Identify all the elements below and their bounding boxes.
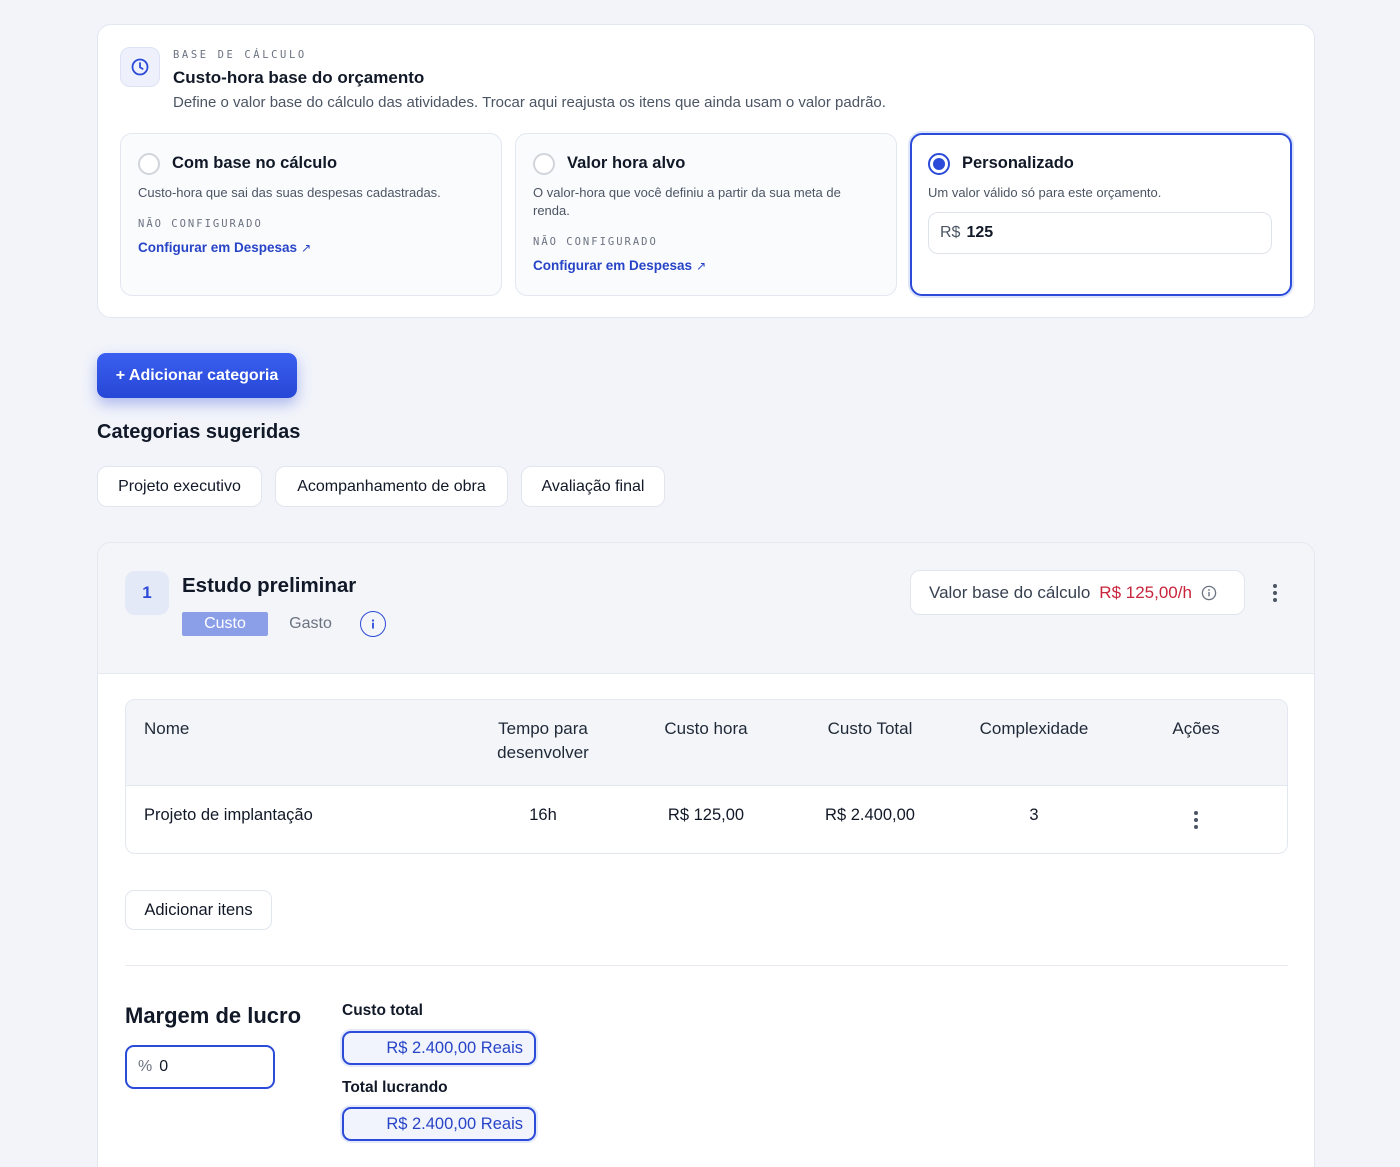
item-hour-cost: R$ 125,00 bbox=[667, 806, 745, 824]
item-total-cost: R$ 2.400,00 bbox=[825, 806, 915, 824]
category-name: Estudo preliminar bbox=[182, 574, 357, 597]
column-header: Ações bbox=[1172, 719, 1220, 738]
add-category-button[interactable]: + Adicionar categoria bbox=[97, 353, 297, 398]
add-items-button[interactable]: Adicionar itens bbox=[125, 890, 272, 930]
option-title: Com base no cálculo bbox=[172, 154, 338, 172]
segment-gasto[interactable]: Gasto bbox=[268, 612, 353, 636]
option-status: NÃO CONFIGURADO bbox=[533, 236, 658, 248]
column-header: Complexidade bbox=[979, 719, 1089, 738]
configure-expenses-link[interactable]: Configurar em Despesas ↗ bbox=[138, 240, 311, 255]
clock-icon bbox=[120, 47, 160, 87]
category-card: 1 Estudo preliminar Custo Gasto Valor ba… bbox=[97, 542, 1315, 1167]
table-header: Nome Tempo para desenvolver Custo hora C… bbox=[126, 700, 1287, 786]
section-title: Custo-hora base do orçamento bbox=[173, 68, 425, 87]
suggested-chip[interactable]: Avaliação final bbox=[521, 466, 665, 507]
items-table: Nome Tempo para desenvolver Custo hora C… bbox=[125, 699, 1288, 854]
percent-prefix: % bbox=[138, 1058, 153, 1075]
option-description: Um valor válido só para este orçamento. bbox=[928, 185, 1162, 200]
total-profit-label: Total lucrando bbox=[342, 1079, 448, 1096]
option-valor-hora-alvo[interactable]: Valor hora alvo O valor-hora que você de… bbox=[515, 133, 897, 296]
option-title: Valor hora alvo bbox=[567, 154, 686, 172]
custom-hour-value-input[interactable]: R$ 125 bbox=[928, 212, 1272, 254]
base-value-amount: R$ 125,00/h bbox=[1099, 582, 1192, 602]
divider bbox=[125, 965, 1288, 966]
radio-button-selected[interactable] bbox=[928, 153, 950, 175]
base-value-label: Valor base do cálculo bbox=[929, 582, 1091, 602]
external-link-icon: ↗ bbox=[696, 259, 707, 273]
input-value: 0 bbox=[159, 1058, 169, 1075]
category-header: 1 Estudo preliminar Custo Gasto Valor ba… bbox=[98, 543, 1314, 674]
item-complexity: 3 bbox=[1029, 806, 1039, 824]
link-label: Configurar em Despesas bbox=[138, 240, 298, 255]
total-cost-value: R$ 2.400,00 Reais bbox=[342, 1031, 536, 1065]
radio-button[interactable] bbox=[533, 153, 555, 175]
base-calculation-card: BASE DE CÁLCULO Custo-hora base do orçam… bbox=[97, 24, 1315, 318]
column-header: Tempo para desenvolver bbox=[497, 719, 589, 762]
suggested-chip[interactable]: Acompanhamento de obra bbox=[275, 466, 508, 507]
info-icon[interactable] bbox=[1201, 585, 1217, 601]
suggested-categories-title: Categorias sugeridas bbox=[97, 421, 301, 443]
profit-margin-input[interactable]: % 0 bbox=[125, 1045, 275, 1089]
section-eyebrow: BASE DE CÁLCULO bbox=[173, 49, 307, 61]
segment-custo[interactable]: Custo bbox=[182, 612, 268, 636]
row-actions-icon[interactable] bbox=[1194, 811, 1198, 829]
external-link-icon: ↗ bbox=[301, 241, 312, 255]
profit-margin-title: Margem de lucro bbox=[125, 1003, 302, 1028]
option-status: NÃO CONFIGURADO bbox=[138, 218, 263, 230]
section-description: Define o valor base do cálculo das ativi… bbox=[173, 94, 886, 111]
link-label: Configurar em Despesas bbox=[533, 258, 693, 273]
option-description: Custo-hora que sai das suas despesas cad… bbox=[138, 185, 441, 200]
info-icon[interactable] bbox=[360, 611, 386, 637]
suggested-chip[interactable]: Projeto executivo bbox=[97, 466, 262, 507]
configure-expenses-link[interactable]: Configurar em Despesas ↗ bbox=[533, 258, 706, 273]
base-value-pill: Valor base do cálculo R$ 125,00/h bbox=[910, 570, 1245, 615]
total-cost-label: Custo total bbox=[342, 1002, 423, 1019]
radio-button[interactable] bbox=[138, 153, 160, 175]
category-menu-icon[interactable] bbox=[1273, 584, 1277, 602]
option-description: O valor-hora que você definiu a partir d… bbox=[533, 185, 841, 218]
column-header: Custo Total bbox=[827, 719, 913, 738]
option-personalizado[interactable]: Personalizado Um valor válido só para es… bbox=[910, 133, 1292, 296]
item-name: Projeto de implantação bbox=[144, 806, 313, 824]
input-value: 125 bbox=[966, 224, 994, 241]
option-com-base-no-calculo[interactable]: Com base no cálculo Custo-hora que sai d… bbox=[120, 133, 502, 296]
column-header: Nome bbox=[144, 719, 190, 738]
category-number-badge: 1 bbox=[125, 571, 169, 615]
total-profit-value: R$ 2.400,00 Reais bbox=[342, 1107, 536, 1141]
option-title: Personalizado bbox=[962, 154, 1074, 172]
item-time: 16h bbox=[529, 806, 557, 824]
currency-prefix: R$ bbox=[940, 224, 961, 241]
column-header: Custo hora bbox=[664, 719, 748, 738]
